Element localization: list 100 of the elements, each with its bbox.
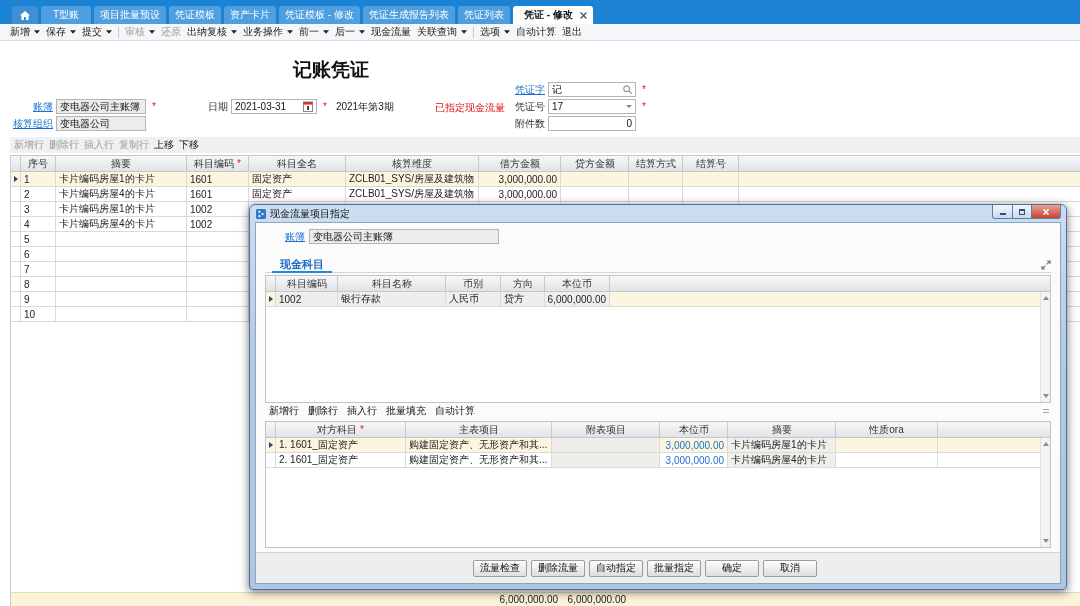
- close-button[interactable]: [1032, 205, 1061, 219]
- close-icon: [1042, 208, 1050, 215]
- table-cell: 5: [21, 232, 56, 246]
- row-action-button[interactable]: 自动计算: [435, 404, 475, 418]
- column-header: 科目名称: [371, 276, 412, 291]
- toolbar-button[interactable]: 关联查询: [414, 24, 470, 40]
- row-action-button[interactable]: 新增行: [269, 404, 299, 418]
- row-action-button[interactable]: 上移: [154, 138, 174, 152]
- dialog-button[interactable]: 流量检查: [473, 559, 527, 577]
- down-arrow-icon[interactable]: [1042, 539, 1049, 543]
- down-arrow-icon[interactable]: [1042, 394, 1049, 398]
- table-cell: 贷方: [501, 292, 545, 306]
- table-cell: 人民币: [446, 292, 501, 306]
- up-arrow-icon[interactable]: [1042, 442, 1049, 446]
- table-cell: 4: [21, 217, 56, 231]
- caret-icon[interactable]: [461, 30, 467, 34]
- total-amount: 6,000,000.00: [566, 593, 627, 606]
- table-row[interactable]: 2 卡片编码房屋4的卡片 1601 固定资产 ZCLB01_SYS/房屋及建筑物 3,000,000.00: [11, 187, 1080, 202]
- toolbar-button[interactable]: 业务操作: [240, 24, 296, 40]
- app-icon: [256, 208, 266, 219]
- toolbar-button[interactable]: 自动计算: [513, 24, 559, 40]
- table-cell: 卡片编码房屋4的卡片: [728, 453, 836, 467]
- table-cell: 2. 1601_固定资产: [276, 453, 406, 467]
- close-icon[interactable]: [579, 11, 587, 19]
- dialog-button[interactable]: 确定: [705, 559, 759, 577]
- caret-icon[interactable]: [287, 30, 293, 34]
- required-mark: *: [152, 101, 156, 112]
- scrollbar[interactable]: [1040, 292, 1050, 402]
- toolbar-button[interactable]: 选项: [477, 24, 513, 40]
- toolbar-button[interactable]: 退出: [559, 24, 585, 40]
- table-cell: 卡片编码房屋1的卡片: [728, 438, 836, 452]
- row-action-button[interactable]: 下移: [179, 138, 199, 152]
- toolbar-button[interactable]: 保存: [43, 24, 79, 40]
- table-cell: 3,000,000.00: [479, 172, 561, 186]
- column-header: 本位币: [678, 422, 709, 437]
- date-field[interactable]: 2021-03-31: [231, 99, 317, 114]
- table-cell: 3: [21, 202, 56, 216]
- table-row[interactable]: 1. 1601_固定资产 购建固定资产、无形资产和其... 3,000,000.00 卡片编码房屋1的卡片: [266, 438, 1040, 453]
- column-header: 结算号: [695, 156, 726, 171]
- row-action-button[interactable]: 插入行: [347, 404, 377, 418]
- grip-icon[interactable]: [1043, 409, 1049, 413]
- caret-icon[interactable]: [34, 30, 40, 34]
- caret-icon[interactable]: [231, 30, 237, 34]
- tab[interactable]: 现金科目: [272, 257, 332, 273]
- tab[interactable]: [12, 6, 38, 24]
- search-icon[interactable]: [623, 85, 632, 94]
- row-pointer-icon: [268, 442, 273, 448]
- number-field[interactable]: 0: [548, 116, 636, 131]
- table-cell: 卡片编码房屋1的卡片: [56, 172, 187, 186]
- dropdown-field[interactable]: 17: [548, 99, 636, 114]
- up-arrow-icon[interactable]: [1042, 296, 1049, 300]
- table-cell: 2: [21, 187, 56, 201]
- caret-icon[interactable]: [106, 30, 112, 34]
- toolbar-button[interactable]: 前一: [296, 24, 332, 40]
- table-cell: 1601: [187, 172, 249, 186]
- caret-icon[interactable]: [504, 30, 510, 34]
- toolbar-button[interactable]: 现金流量: [368, 24, 414, 40]
- row-action-button[interactable]: 删除行: [308, 404, 338, 418]
- column-header: 摘要: [111, 156, 131, 171]
- required-mark: *: [323, 101, 327, 112]
- scrollbar[interactable]: [1040, 438, 1050, 547]
- column-header: 方向: [512, 276, 533, 291]
- dialog-button[interactable]: 取消: [763, 559, 817, 577]
- table-cell: ZCLB01_SYS/房屋及建筑物: [346, 172, 479, 186]
- lookup-field[interactable]: 记: [548, 82, 636, 97]
- field-label: 附件数: [515, 116, 545, 131]
- caret-icon[interactable]: [70, 30, 76, 34]
- table-cell: ZCLB01_SYS/房屋及建筑物: [346, 187, 479, 201]
- required-mark: *: [237, 158, 241, 169]
- table-cell: 1002: [276, 292, 338, 306]
- home-icon: [20, 10, 30, 20]
- dialog-button[interactable]: 删除流量: [531, 559, 585, 577]
- toolbar-button[interactable]: 提交: [79, 24, 115, 40]
- table-row[interactable]: 1002 银行存款 人民币 贷方 6,000,000.00: [266, 292, 1040, 307]
- toolbar-button[interactable]: 出纳复核: [184, 24, 240, 40]
- column-header: 序号: [28, 156, 48, 171]
- row-pointer-icon: [13, 176, 18, 182]
- field-link[interactable]: 凭证字: [515, 82, 545, 97]
- column-header: 本位币: [562, 276, 592, 291]
- table-cell: 8: [21, 277, 56, 291]
- table-cell: 1601: [187, 187, 249, 201]
- maximize-button[interactable]: [1013, 205, 1032, 219]
- column-header: 核算维度: [392, 156, 432, 171]
- toolbar-button[interactable]: 后一: [332, 24, 368, 40]
- table-row[interactable]: 2. 1601_固定资产 购建固定资产、无形资产和其... 3,000,000.00 卡片编码房屋4的卡片: [266, 453, 1040, 468]
- table-row[interactable]: 1 卡片编码房屋1的卡片 1601 固定资产 ZCLB01_SYS/房屋及建筑物 3,000,000.00: [11, 172, 1080, 187]
- toolbar-button[interactable]: 新增: [7, 24, 43, 40]
- tab[interactable]: 凭证 - 修改: [512, 6, 593, 24]
- calendar-icon[interactable]: [303, 101, 313, 112]
- expand-icon[interactable]: [1041, 259, 1051, 270]
- dialog-button[interactable]: 批量指定: [647, 559, 701, 577]
- table-cell: 9: [21, 292, 56, 306]
- voucher-title: 记账凭证: [293, 59, 369, 81]
- row-action-button[interactable]: 批量填充: [386, 404, 426, 418]
- caret-icon[interactable]: [323, 30, 329, 34]
- caret-icon[interactable]: [359, 30, 365, 34]
- table-cell: 1: [21, 172, 56, 186]
- dialog-button[interactable]: 自动指定: [589, 559, 643, 577]
- table-cell: 1. 1601_固定资产: [276, 438, 406, 452]
- minimize-button[interactable]: [992, 205, 1013, 219]
